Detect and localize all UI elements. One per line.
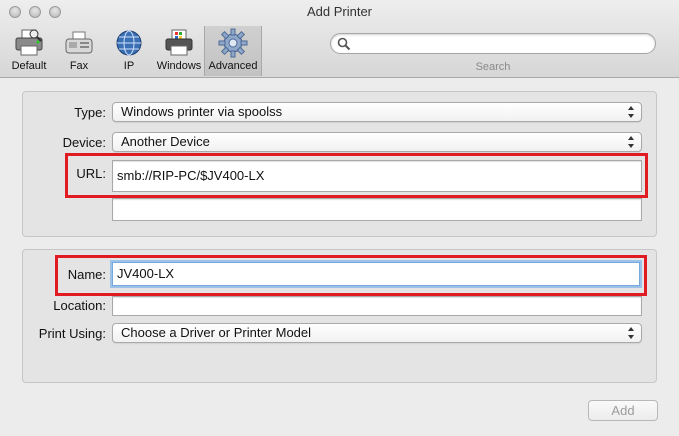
name-field[interactable]: JV400-LX: [112, 262, 640, 286]
device-value: Another Device: [121, 134, 210, 149]
window-title: Add Printer: [306, 4, 373, 19]
add-button[interactable]: Add: [588, 400, 658, 421]
printer-icon: [12, 28, 46, 58]
type-label: Type:: [74, 105, 106, 120]
search-input[interactable]: [355, 36, 647, 52]
toolbar-ip-label: IP: [123, 60, 135, 72]
device-popup[interactable]: Another Device: [112, 132, 642, 152]
toolbar-advanced[interactable]: Advanced: [204, 26, 262, 76]
toolbar-windows-label: Windows: [156, 60, 202, 72]
url-field[interactable]: smb://RIP-PC/$JV400-LX: [112, 160, 642, 192]
extra-field[interactable]: [112, 198, 642, 221]
toolbar-fax[interactable]: Fax: [54, 26, 104, 76]
location-label: Location:: [53, 298, 106, 313]
search-icon: [337, 37, 351, 56]
location-field[interactable]: [112, 296, 642, 316]
toolbar-advanced-label: Advanced: [208, 60, 258, 72]
print-using-popup[interactable]: Choose a Driver or Printer Model: [112, 323, 642, 343]
toolbar-windows[interactable]: Windows: [154, 26, 204, 76]
print-using-value: Choose a Driver or Printer Model: [121, 325, 312, 340]
search-label: Search: [475, 61, 511, 73]
toolbar-default[interactable]: Default: [4, 26, 54, 76]
print-using-label: Print Using:: [38, 326, 106, 341]
popup-arrows-icon: [628, 106, 634, 118]
popup-arrows-icon: [628, 327, 634, 339]
toolbar: Default Fax IP Windows Advanced: [4, 26, 262, 76]
name-value: JV400-LX: [117, 266, 175, 281]
window-titlebar: Add Printer Default Fax IP Windows Advan…: [0, 0, 679, 78]
windows-printer-icon: [162, 28, 196, 58]
toolbar-ip[interactable]: IP: [104, 26, 154, 76]
gear-icon: [216, 28, 250, 58]
device-label: Device:: [62, 135, 106, 150]
name-label: Name:: [67, 267, 106, 282]
popup-arrows-icon: [628, 136, 634, 148]
toolbar-fax-label: Fax: [69, 60, 89, 72]
url-value: smb://RIP-PC/$JV400-LX: [117, 168, 265, 183]
search-field[interactable]: [330, 33, 656, 54]
toolbar-default-label: Default: [11, 60, 47, 72]
url-label: URL:: [76, 166, 106, 181]
search-area: Search: [330, 33, 656, 73]
type-popup[interactable]: Windows printer via spoolss: [112, 102, 642, 122]
type-value: Windows printer via spoolss: [121, 104, 283, 119]
globe-icon: [112, 28, 146, 58]
fax-icon: [62, 28, 96, 58]
